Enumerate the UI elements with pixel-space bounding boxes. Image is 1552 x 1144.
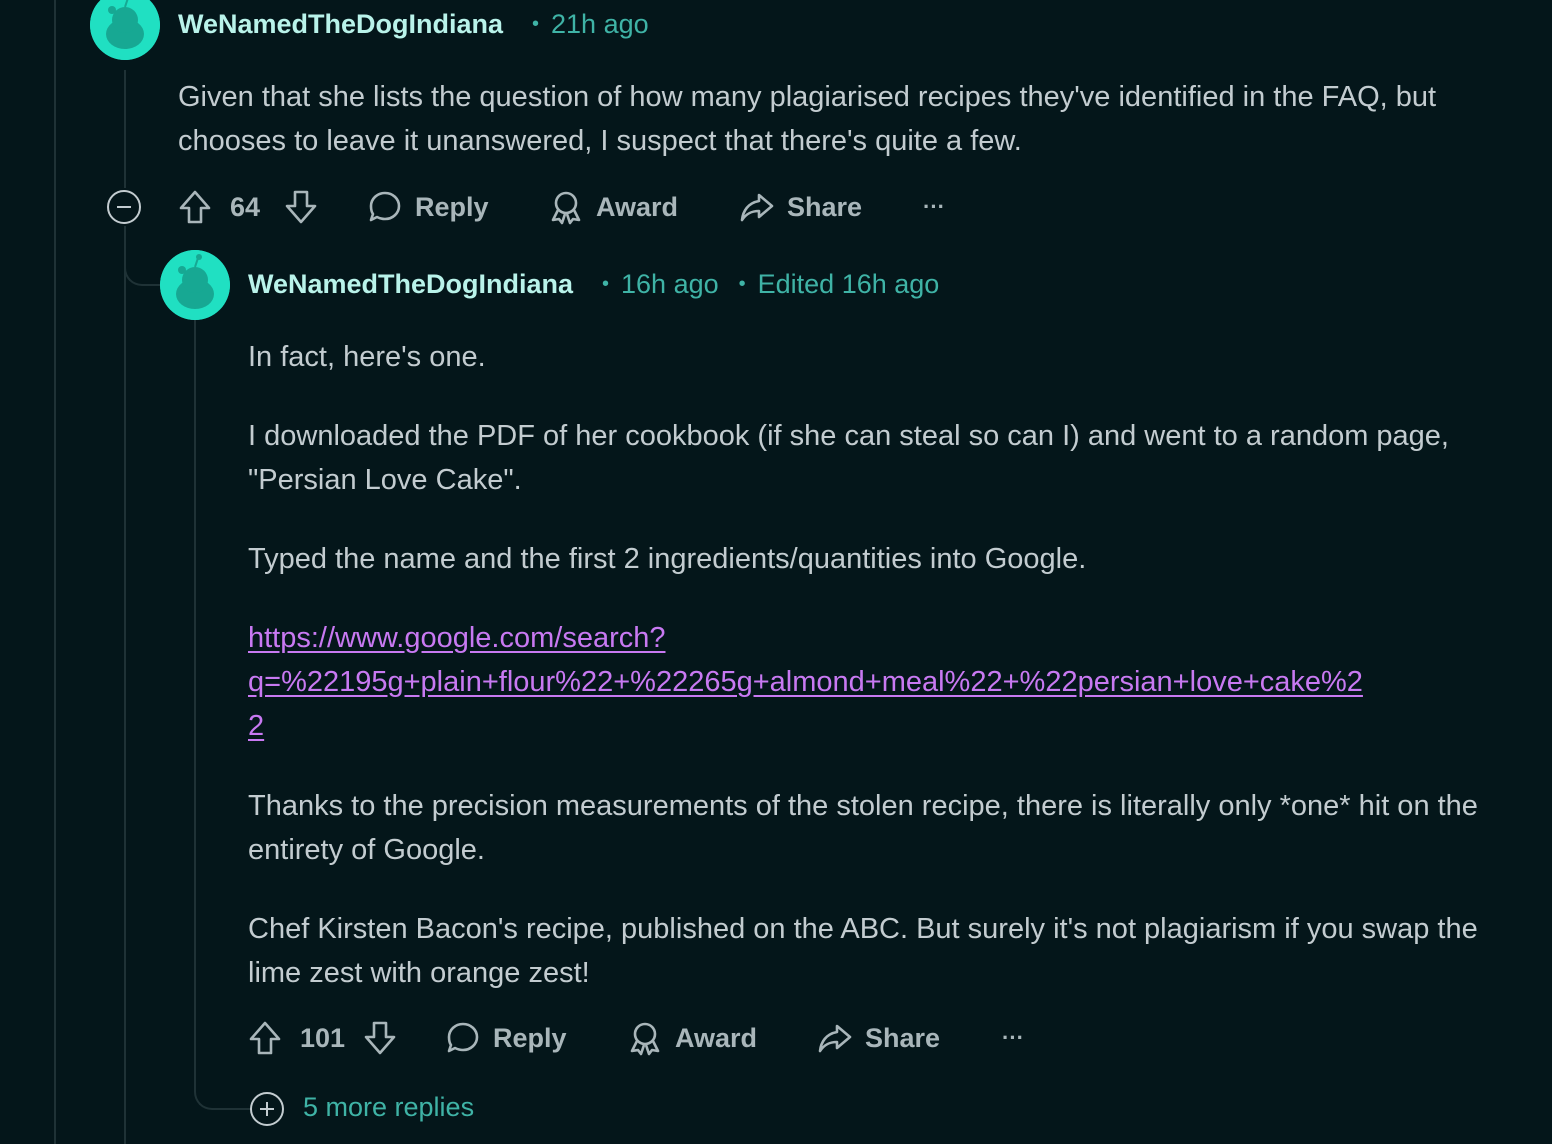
downvote-button[interactable] [363,1013,397,1063]
comment-paragraph: I downloaded the PDF of her cookbook (if… [248,420,1449,496]
comment-meta: • 16h ago • Edited 16h ago [582,269,939,300]
downvote-icon [285,190,317,224]
comment-bubble-icon [447,1022,479,1053]
comment-paragraph: Chef Kirsten Bacon's recipe, published o… [248,913,1478,989]
edited-label: Edited 16h ago [757,269,940,299]
share-icon [740,193,774,222]
share-icon [818,1024,852,1053]
thread-line-comment1[interactable] [124,70,126,188]
more-replies-link[interactable]: 5 more replies [303,1092,474,1123]
downvote-button[interactable] [284,182,318,232]
award-button[interactable]: Award [548,182,678,232]
reply-button[interactable]: Reply [445,1013,567,1063]
thread-connector [124,226,162,286]
award-icon [551,191,581,225]
search-link-block: https://www.google.com/search? q=%22195g… [248,616,1538,748]
comment-bubble-icon [369,191,401,222]
upvote-button[interactable] [178,182,212,232]
avatar[interactable] [160,250,230,320]
award-icon [630,1022,660,1056]
link-line: https://www.google.com/search? [248,622,666,654]
downvote-icon [364,1021,396,1055]
comment-paragraph: Typed the name and the first 2 ingredien… [248,543,1087,575]
comment-actions: 64 Reply Award Share ··· [0,182,1000,232]
more-options-button[interactable]: ··· [923,182,945,232]
avatar[interactable] [90,0,160,60]
separator-dot: • [602,273,610,295]
reply-label: Reply [493,1022,567,1053]
timestamp[interactable]: 16h ago [621,269,719,299]
share-button[interactable]: Share [739,182,862,232]
award-label: Award [675,1022,758,1053]
username[interactable]: WeNamedTheDogIndiana [178,9,503,40]
link-line: 2 [248,710,265,742]
vote-count: 101 [300,1022,346,1053]
comment-thread: WeNamedTheDogIndiana • 21h ago Given that… [0,0,1552,1144]
separator-dot: • [738,273,746,295]
thread-line-comment2[interactable] [194,320,196,1086]
link-line: q=%22195g+plain+flour%22+%22265g+almond+… [248,666,1363,698]
share-label: Share [787,191,863,222]
more-options-button[interactable]: ··· [1002,1013,1024,1063]
comment-actions: 101 Reply Award Share ··· [0,1013,1100,1063]
award-button[interactable]: Award [627,1013,757,1063]
expand-replies-icon[interactable] [250,1092,284,1126]
separator-dot: • [532,13,540,35]
thread-line-comment1-children[interactable] [124,226,126,1144]
upvote-icon [179,190,211,224]
thread-line-outer[interactable] [54,0,56,1144]
vote-count: 64 [230,191,261,222]
reply-button[interactable]: Reply [367,182,489,232]
comment-paragraph: Thanks to the precision measurements of … [248,790,1478,866]
google-search-link[interactable]: https://www.google.com/search? q=%22195g… [248,622,1363,742]
award-label: Award [596,191,679,222]
reply-label: Reply [415,191,489,222]
username[interactable]: WeNamedTheDogIndiana [248,269,573,300]
comment-meta: • 21h ago [512,9,649,40]
comment-paragraph: In fact, here's one. [248,341,486,373]
share-button[interactable]: Share [817,1013,940,1063]
comment-body: Given that she lists the question of how… [178,81,1437,157]
share-label: Share [865,1022,941,1053]
upvote-icon [249,1021,281,1055]
timestamp[interactable]: 21h ago [551,9,649,39]
upvote-button[interactable] [248,1013,282,1063]
thread-connector [194,1060,252,1110]
